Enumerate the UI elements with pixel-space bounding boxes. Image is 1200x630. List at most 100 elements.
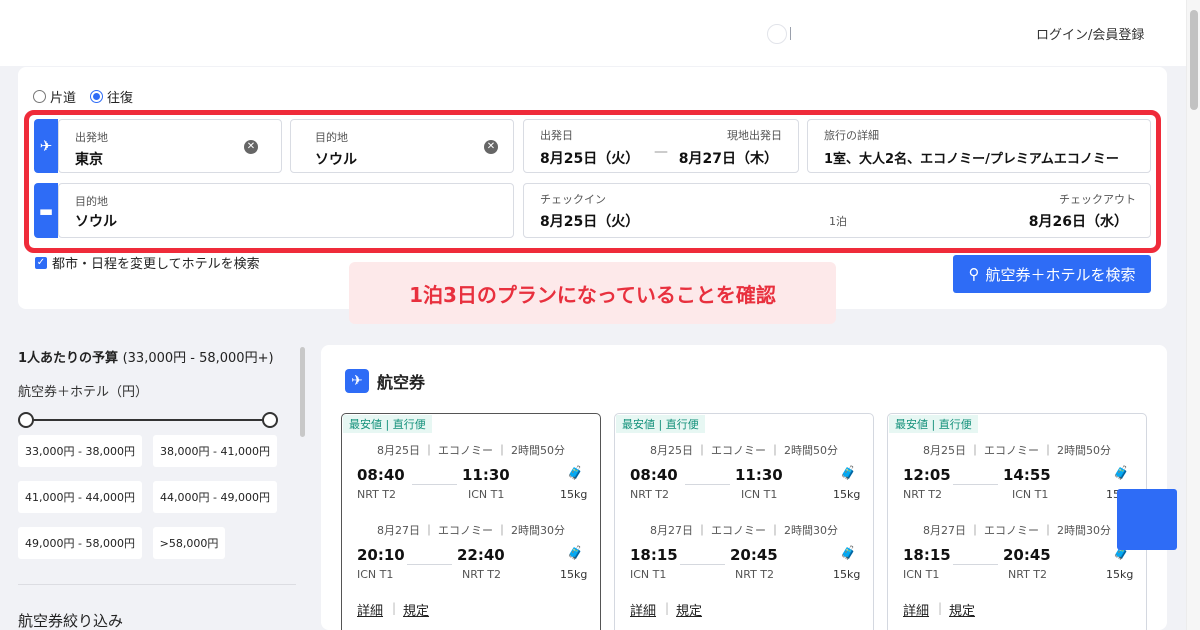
outbound-arrive-airport: ICN T1 <box>1012 488 1049 501</box>
filter-sidebar: 1人あたりの予算 (33,000円 - 58,000円+) 航空券＋ホテル（円）… <box>18 335 308 630</box>
flight-arrow <box>685 484 730 485</box>
flight-results-panel: ✈ 航空券 最安値 | 直行便 8月25日 ｜ エコノミー ｜ 2時間50分 0… <box>321 345 1167 630</box>
hotel-destination-value: ソウル <box>75 214 117 230</box>
return-meta: 8月27日 ｜ エコノミー ｜ 2時間30分 <box>650 524 838 537</box>
hotel-destination-field[interactable]: 目的地 ソウル <box>58 183 514 238</box>
budget-chip[interactable]: >58,000円 <box>153 527 225 559</box>
outbound-depart-airport: NRT T2 <box>903 488 943 501</box>
rules-link[interactable]: 規定 <box>676 600 702 619</box>
sidebar-divider <box>18 584 296 585</box>
budget-chip[interactable]: 41,000円 - 44,000円 <box>18 481 142 513</box>
outbound-meta: 8月25日 ｜ エコノミー ｜ 2時間50分 <box>377 444 565 457</box>
budget-chip[interactable]: 33,000円 - 38,000円 <box>18 435 142 467</box>
airplane-icon: ✈ <box>345 369 369 393</box>
return-arrive-time: 20:45 <box>1003 546 1051 564</box>
clear-destination-icon[interactable]: ✕ <box>484 140 498 154</box>
floating-action-button[interactable] <box>1117 489 1177 550</box>
flight-dates-field[interactable]: 出発日 8月25日（火） — 現地出発日 8月27日（木） <box>523 119 799 173</box>
return-depart-airport: ICN T1 <box>630 568 667 581</box>
flight-card[interactable]: 最安値 | 直行便 8月25日 ｜ エコノミー ｜ 2時間50分 08:40 1… <box>614 413 874 630</box>
budget-slider-track[interactable] <box>26 419 271 421</box>
return-meta: 8月27日 ｜ エコノミー ｜ 2時間30分 <box>377 524 565 537</box>
budget-chip[interactable]: 44,000円 - 49,000円 <box>153 481 277 513</box>
page-scrollbar[interactable] <box>1186 0 1200 630</box>
outbound-depart-airport: NRT T2 <box>357 488 397 501</box>
detail-link[interactable]: 詳細 <box>903 600 929 619</box>
login-register-link[interactable]: ログイン/会員登録 <box>1036 24 1144 43</box>
outbound-arrive-time: 11:30 <box>735 466 783 484</box>
flight-card[interactable]: 最安値 | 直行便 8月25日 ｜ エコノミー ｜ 2時間50分 12:05 1… <box>887 413 1147 630</box>
search-flight-hotel-button[interactable]: ⚲ 航空券＋ホテルを検索 <box>953 255 1151 293</box>
cheapest-direct-tag: 最安値 | 直行便 <box>343 415 432 433</box>
return-arrive-time: 22:40 <box>457 546 505 564</box>
date-dash: — <box>654 144 668 160</box>
return-baggage: 15kg <box>833 568 861 581</box>
radio-dot <box>33 90 46 103</box>
origin-value: 東京 <box>75 152 103 168</box>
cheapest-direct-tag: 最安値 | 直行便 <box>616 415 705 433</box>
airplane-icon: ✈ <box>34 119 58 173</box>
outbound-meta: 8月25日 ｜ エコノミー ｜ 2時間50分 <box>650 444 838 457</box>
radio-dot-selected <box>90 90 104 103</box>
link-separator: | <box>938 601 943 615</box>
flight-destination-field[interactable]: 目的地 ソウル ✕ <box>290 119 514 173</box>
trip-details-field[interactable]: 旅行の詳細 1室、大人2名、エコノミー/プレミアムエコノミー <box>807 119 1151 173</box>
one-way-radio[interactable]: 片道 <box>33 87 76 106</box>
results-title-text: 航空券 <box>377 373 426 392</box>
budget-chip[interactable]: 49,000円 - 58,000円 <box>18 527 142 559</box>
outbound-depart-airport: NRT T2 <box>630 488 670 501</box>
return-date-label: 現地出発日 <box>727 129 782 142</box>
return-depart-time: 20:10 <box>357 546 405 564</box>
origin-label: 出発地 <box>75 131 108 144</box>
return-arrive-time: 20:45 <box>730 546 778 564</box>
detail-link[interactable]: 詳細 <box>357 600 383 619</box>
hotel-dates-field[interactable]: チェックイン 8月25日（火） 1泊 チェックアウト 8月26日（水） <box>523 183 1151 238</box>
flight-filter-title: 航空券絞り込み <box>18 612 124 630</box>
rules-link[interactable]: 規定 <box>403 600 429 619</box>
luggage-icon: 🧳 <box>1113 466 1130 481</box>
flight-arrow <box>953 484 998 485</box>
outbound-arrive-airport: ICN T1 <box>741 488 778 501</box>
hotel-destination-label: 目的地 <box>75 195 108 208</box>
bed-icon: ▬ <box>34 183 58 238</box>
checkout-label: チェックアウト <box>1059 193 1136 206</box>
one-way-label: 片道 <box>50 91 77 106</box>
checkbox-check-icon: ✓ <box>35 256 47 269</box>
outbound-depart-time: 12:05 <box>903 466 951 484</box>
nights-count: 1泊 <box>829 215 847 228</box>
return-baggage: 15kg <box>560 568 588 581</box>
outbound-depart-time: 08:40 <box>357 466 405 484</box>
search-icon: ⚲ <box>968 265 980 283</box>
flight-arrow <box>412 484 457 485</box>
destination-value: ソウル <box>315 152 357 168</box>
sidebar-scrollbar[interactable] <box>300 347 305 437</box>
destination-label: 目的地 <box>315 131 348 144</box>
flight-origin-field[interactable]: 出発地 東京 ✕ <box>58 119 282 173</box>
checkin-value: 8月25日（火） <box>540 214 640 230</box>
rules-link[interactable]: 規定 <box>949 600 975 619</box>
return-arrive-airport: NRT T2 <box>462 568 502 581</box>
cheapest-direct-tag: 最安値 | 直行便 <box>889 415 978 433</box>
budget-subtitle: 航空券＋ホテル（円） <box>18 385 149 400</box>
budget-title-text: 1人あたりの予算 <box>18 351 119 366</box>
outbound-baggage: 15kg <box>560 488 588 501</box>
outbound-arrive-time: 11:30 <box>462 466 510 484</box>
flight-card[interactable]: 最安値 | 直行便 8月25日 ｜ エコノミー ｜ 2時間50分 08:40 1… <box>341 413 601 630</box>
results-title: ✈ 航空券 <box>345 369 425 393</box>
flight-arrow <box>953 564 998 565</box>
return-baggage: 15kg <box>1106 568 1134 581</box>
outbound-arrive-airport: ICN T1 <box>468 488 505 501</box>
budget-chip[interactable]: 38,000円 - 41,000円 <box>153 435 277 467</box>
detail-link[interactable]: 詳細 <box>630 600 656 619</box>
annotation-callout: 1泊3日のプランになっていることを確認 <box>349 262 836 324</box>
round-trip-radio[interactable]: 往復 <box>90 87 133 106</box>
clear-origin-icon[interactable]: ✕ <box>244 140 258 154</box>
budget-slider-max-handle[interactable] <box>262 412 278 428</box>
budget-slider-min-handle[interactable] <box>18 412 34 428</box>
change-hotel-checkbox[interactable]: ✓ 都市・日程を変更してホテルを検索 <box>35 253 260 272</box>
loading-spinner-icon <box>767 24 787 44</box>
outbound-meta: 8月25日 ｜ エコノミー ｜ 2時間50分 <box>923 444 1111 457</box>
return-date-value: 8月27日（木） <box>678 151 778 167</box>
spinner-divider <box>790 27 791 40</box>
page-scrollbar-thumb[interactable] <box>1190 10 1198 110</box>
